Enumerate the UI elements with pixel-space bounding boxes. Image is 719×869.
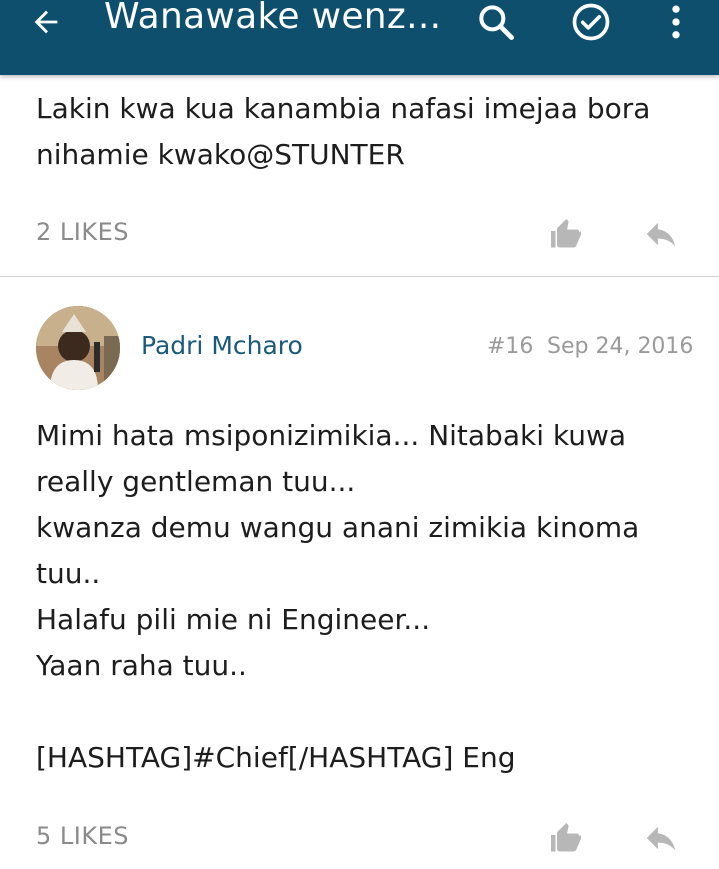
reply-button[interactable] <box>641 214 681 254</box>
like-button[interactable] <box>546 214 586 254</box>
post-number[interactable]: #16 <box>487 334 533 359</box>
post-divider <box>0 276 719 277</box>
more-options-button[interactable] <box>654 0 698 44</box>
avatar[interactable] <box>36 306 120 390</box>
post-body: Lakin kwa kua kanambia nafasi imejaa bor… <box>36 92 651 171</box>
post-date: Sep 24, 2016 <box>547 334 694 359</box>
post-body: Mimi hata msiponizimikia... Nitabaki kuw… <box>36 419 640 774</box>
likes-count: 2 LIKES <box>36 218 129 246</box>
thumbs-up-icon <box>551 823 581 852</box>
arrow-left-icon <box>34 10 58 34</box>
search-icon <box>479 5 514 40</box>
author-name[interactable]: Padri Mcharo <box>141 331 303 360</box>
reply-button[interactable] <box>641 818 681 858</box>
mark-read-button[interactable] <box>569 0 613 44</box>
page-title: Wanawake wenz... <box>104 0 442 37</box>
reply-icon <box>646 826 676 851</box>
search-button[interactable] <box>474 0 518 44</box>
check-circle-icon <box>572 3 610 41</box>
reply-icon <box>646 222 676 247</box>
like-button[interactable] <box>546 818 586 858</box>
likes-count: 5 LIKES <box>36 822 129 850</box>
more-vert-icon <box>672 5 680 39</box>
app-bar: Wanawake wenz... <box>0 0 719 75</box>
avatar-image <box>36 306 120 390</box>
thumbs-up-icon <box>551 219 581 248</box>
back-button[interactable] <box>26 2 66 42</box>
